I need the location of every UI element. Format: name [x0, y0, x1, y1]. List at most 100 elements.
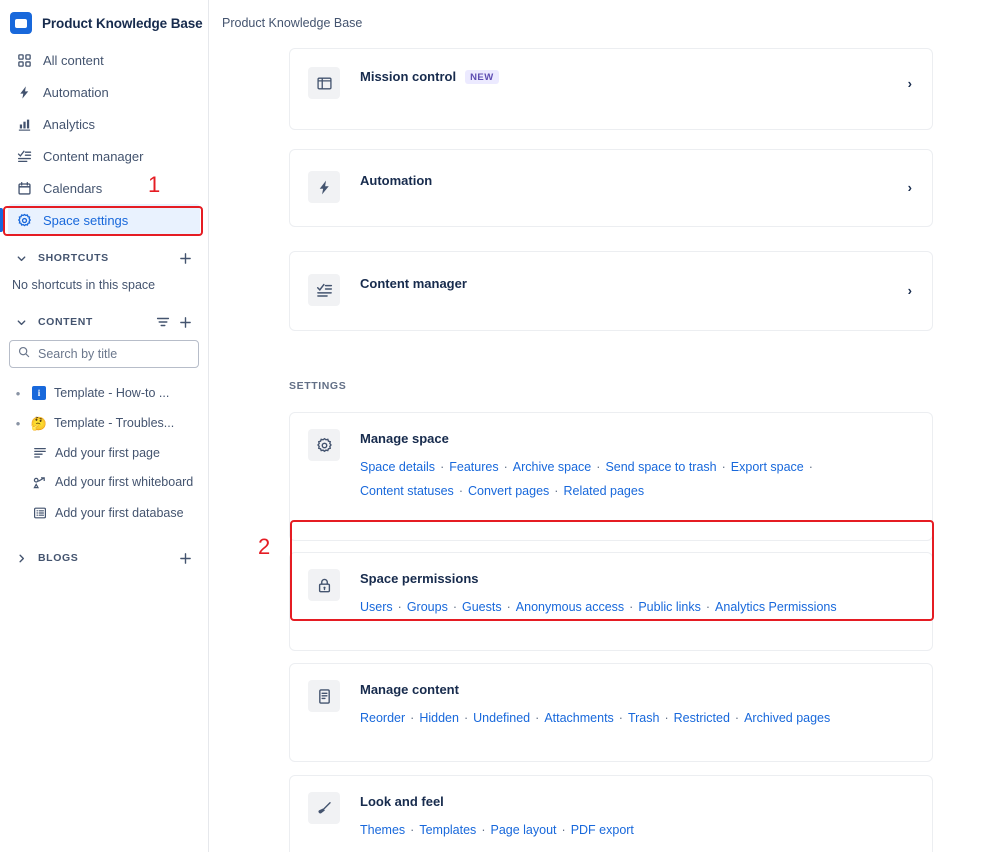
manage-content-links: Reorder·Hidden·Undefined·Attachments·Tra… — [360, 706, 914, 730]
link-restricted[interactable]: Restricted — [674, 711, 730, 725]
grid-icon — [16, 52, 32, 68]
database-icon — [32, 505, 48, 521]
link-page-layout[interactable]: Page layout — [490, 823, 556, 837]
add-first-whiteboard-item[interactable]: Add your first whiteboard — [8, 468, 200, 498]
sidebar-item-space-settings[interactable]: Space settings — [8, 204, 200, 236]
sidebar-item-analytics[interactable]: Analytics — [8, 108, 200, 140]
breadcrumb[interactable]: Product Knowledge Base — [209, 0, 999, 30]
mission-control-card[interactable]: Mission control NEW › — [289, 48, 933, 130]
sidebar-item-label: Analytics — [43, 117, 95, 132]
tree-bullet-icon: • — [12, 387, 24, 400]
card-title-text: Look and feel — [360, 794, 444, 809]
page-icon — [32, 445, 48, 461]
manage-space-links: Space details·Features·Archive space·Sen… — [360, 455, 914, 504]
link-undefined[interactable]: Undefined — [473, 711, 530, 725]
card-title-text: Mission control — [360, 69, 456, 84]
space-header[interactable]: Product Knowledge Base — [0, 0, 208, 44]
calendar-icon — [16, 180, 32, 196]
sidebar-item-calendars[interactable]: Calendars — [8, 172, 200, 204]
card-title-text: Manage space — [360, 431, 449, 446]
brush-icon — [308, 792, 340, 824]
link-themes[interactable]: Themes — [360, 823, 405, 837]
info-page-icon: i — [31, 385, 47, 401]
link-space-details[interactable]: Space details — [360, 460, 435, 474]
add-shortcut-plus-icon[interactable] — [174, 247, 196, 269]
list-item-label: Template - Troubles... — [54, 416, 174, 430]
app-root: Product Knowledge Base All content Autom… — [0, 0, 999, 852]
list-item[interactable]: • 🤔 Template - Troubles... — [8, 408, 200, 438]
space-permissions-links: Users·Groups·Guests·Anonymous access·Pub… — [360, 595, 914, 619]
space-permissions-card[interactable]: Space permissions Users·Groups·Guests·An… — [289, 552, 933, 651]
search-box[interactable] — [9, 340, 199, 368]
status-badge: NEW — [465, 70, 499, 84]
manage-content-card[interactable]: Manage content Reorder·Hidden·Undefined·… — [289, 663, 933, 762]
card-title-text: Automation — [360, 173, 432, 188]
link-pdf-export[interactable]: PDF export — [571, 823, 634, 837]
sidebar-item-content-manager[interactable]: Content manager — [8, 140, 200, 172]
link-guests[interactable]: Guests — [462, 600, 502, 614]
link-public-links[interactable]: Public links — [638, 600, 701, 614]
link-content-statuses[interactable]: Content statuses — [360, 484, 454, 498]
space-logo-icon — [10, 12, 32, 34]
sidebar-item-label: Content manager — [43, 149, 143, 164]
document-icon — [308, 680, 340, 712]
gear-icon — [308, 429, 340, 461]
link-archive-space[interactable]: Archive space — [513, 460, 592, 474]
link-hidden[interactable]: Hidden — [419, 711, 459, 725]
add-first-database-item[interactable]: Add your first database — [8, 498, 200, 528]
tree-bullet-icon: • — [12, 417, 24, 430]
chevron-down-icon[interactable] — [10, 311, 32, 333]
link-related-pages[interactable]: Related pages — [563, 484, 644, 498]
chevron-right-icon[interactable] — [10, 547, 32, 569]
link-anonymous-access[interactable]: Anonymous access — [516, 600, 624, 614]
filter-icon[interactable] — [152, 311, 174, 333]
link-trash[interactable]: Trash — [628, 711, 660, 725]
link-archived-pages[interactable]: Archived pages — [744, 711, 830, 725]
settings-section-label: SETTINGS — [289, 380, 346, 392]
content-label: CONTENT — [32, 316, 152, 328]
whiteboard-icon — [32, 475, 48, 491]
manage-space-card[interactable]: Manage space Space details·Features·Arch… — [289, 412, 933, 541]
link-attachments[interactable]: Attachments — [544, 711, 613, 725]
link-reorder[interactable]: Reorder — [360, 711, 405, 725]
chevron-right-icon[interactable]: › — [908, 283, 914, 298]
search-input[interactable] — [38, 347, 190, 361]
content-section-header: CONTENT — [8, 306, 200, 338]
gear-icon — [16, 212, 32, 228]
search-icon — [18, 345, 30, 363]
sidebar-item-label: Space settings — [43, 213, 128, 228]
chevron-down-icon[interactable] — [10, 247, 32, 269]
automation-card[interactable]: Automation › — [289, 149, 933, 227]
link-convert-pages[interactable]: Convert pages — [468, 484, 549, 498]
content-manager-card[interactable]: Content manager › — [289, 251, 933, 331]
look-and-feel-card[interactable]: Look and feel Themes·Templates·Page layo… — [289, 775, 933, 852]
link-send-space-to-trash[interactable]: Send space to trash — [605, 460, 716, 474]
add-first-page-item[interactable]: Add your first page — [8, 438, 200, 468]
chevron-right-icon[interactable]: › — [908, 76, 914, 91]
link-analytics-permissions[interactable]: Analytics Permissions — [715, 600, 837, 614]
list-item-label: Template - How-to ... — [54, 386, 169, 400]
link-groups[interactable]: Groups — [407, 600, 448, 614]
look-and-feel-links: Themes·Templates·Page layout·PDF export — [360, 818, 914, 842]
lock-icon — [308, 569, 340, 601]
chevron-right-icon[interactable]: › — [908, 180, 914, 195]
link-users[interactable]: Users — [360, 600, 393, 614]
sidebar-item-label: All content — [43, 53, 104, 68]
link-features[interactable]: Features — [449, 460, 498, 474]
add-content-plus-icon[interactable] — [174, 311, 196, 333]
list-item[interactable]: • i Template - How-to ... — [8, 378, 200, 408]
content-search — [0, 338, 208, 374]
sidebar-item-label: Automation — [43, 85, 109, 100]
mission-control-icon — [308, 67, 340, 99]
sidebar-item-automation[interactable]: Automation — [8, 76, 200, 108]
sidebar-item-all-content[interactable]: All content — [8, 44, 200, 76]
card-title-text: Space permissions — [360, 571, 479, 586]
annotation-number-1: 1 — [148, 174, 160, 196]
link-templates[interactable]: Templates — [419, 823, 476, 837]
blogs-section-header: BLOGS — [8, 542, 200, 574]
shortcuts-section-header: SHORTCUTS — [8, 242, 200, 274]
main-content: Product Knowledge Base Mission control N — [209, 0, 999, 852]
add-blog-plus-icon[interactable] — [174, 547, 196, 569]
link-export-space[interactable]: Export space — [731, 460, 804, 474]
add-first-database-label: Add your first database — [55, 506, 184, 520]
